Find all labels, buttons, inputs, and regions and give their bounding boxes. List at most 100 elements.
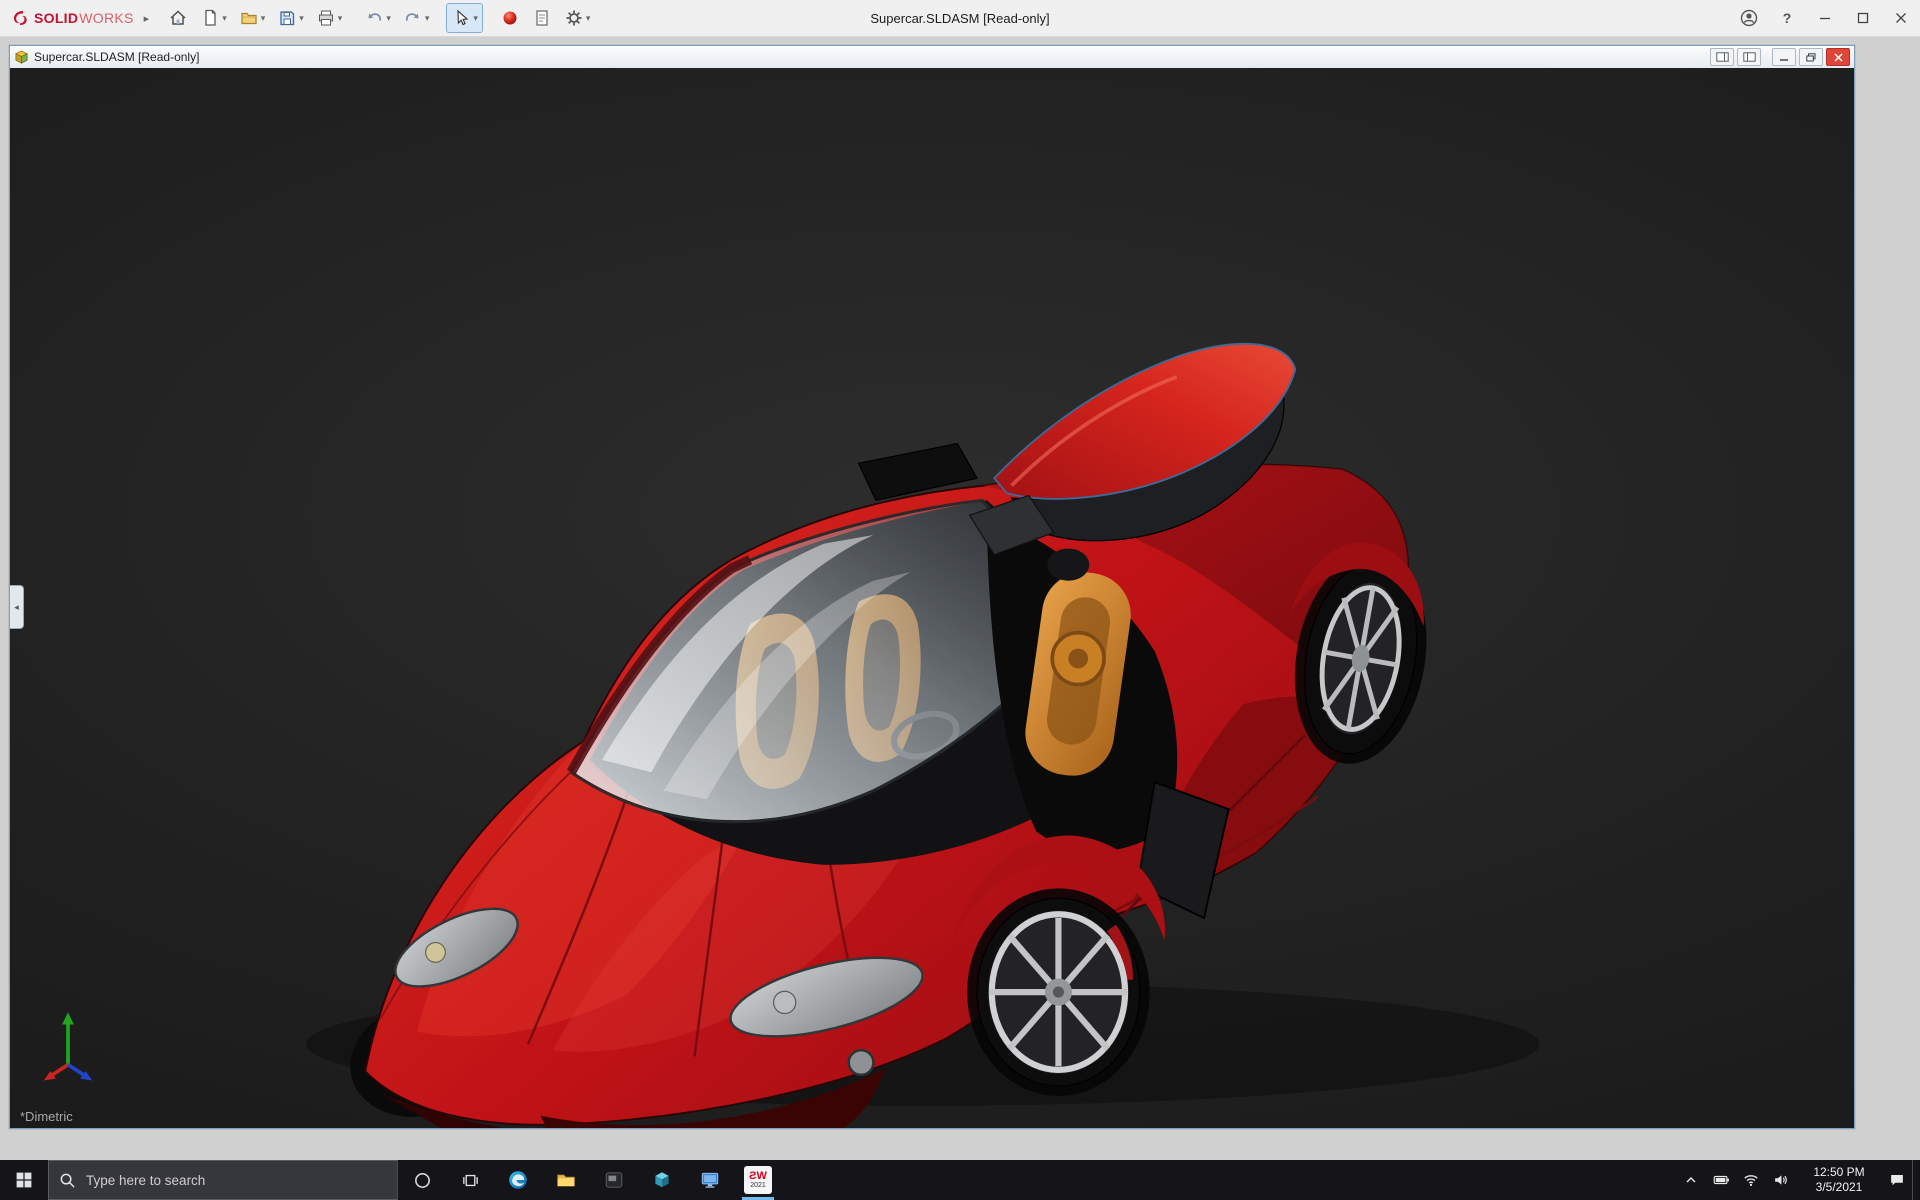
edge-browser-icon	[509, 1171, 527, 1189]
solidworks-brand: SOLID WORKS	[0, 8, 140, 28]
search-input[interactable]	[84, 1171, 387, 1189]
action-center-icon	[1891, 1175, 1903, 1186]
taskbar-clock[interactable]: 12:50 PM 3/5/2021	[1796, 1160, 1882, 1200]
start-button[interactable]	[0, 1160, 48, 1200]
chevron-up-icon	[1686, 1177, 1696, 1183]
windows-taskbar: ƧW 2021	[0, 1160, 1920, 1200]
cortana-button[interactable]	[398, 1160, 446, 1200]
open-folder-icon	[241, 12, 257, 25]
taskbar-search[interactable]	[48, 1160, 398, 1200]
document-title: Supercar.SLDASM [Read-only]	[34, 50, 200, 64]
wifi-icon	[1744, 1175, 1758, 1187]
select-cursor-icon	[457, 9, 469, 26]
clock-time: 12:50 PM	[1813, 1165, 1865, 1179]
brand-solid-text: SOLID	[34, 10, 79, 26]
dropdown-caret-icon[interactable]: ▾	[338, 13, 343, 23]
clock-date: 3/5/2021	[1815, 1180, 1863, 1194]
undo-arrow-icon	[368, 13, 382, 21]
open-document-button[interactable]: ▾	[234, 3, 271, 33]
document-window-controls	[1710, 48, 1850, 66]
account-button[interactable]	[1730, 0, 1768, 36]
view-orientation-label: *Dimetric	[20, 1109, 73, 1124]
close-button[interactable]	[1882, 0, 1920, 36]
maximize-button[interactable]	[1844, 0, 1882, 36]
doc-pane-right-button[interactable]	[1737, 48, 1761, 66]
help-button[interactable]: ?	[1768, 0, 1806, 36]
undo-button[interactable]: ▾	[359, 3, 396, 33]
dropdown-caret-icon[interactable]: ▾	[222, 13, 227, 23]
assembly-document-icon	[15, 50, 28, 64]
report-button[interactable]	[527, 3, 557, 33]
document-titlebar[interactable]: Supercar.SLDASM [Read-only]	[10, 46, 1854, 69]
app-titlebar: SOLID WORKS ▸ ▾ ▾ ▾ ▾ ▾ ▾ ▾ ▾ Supercar.S…	[0, 0, 1920, 37]
system-tray: 12:50 PM 3/5/2021	[1676, 1160, 1920, 1200]
cortana-icon	[414, 1172, 430, 1188]
app-window-dark-icon	[605, 1172, 623, 1188]
edge-browser-button[interactable]	[494, 1160, 542, 1200]
show-desktop-button[interactable]	[1912, 1160, 1920, 1200]
solidworks-app-icon: ƧW 2021	[744, 1166, 772, 1194]
dropdown-caret-icon[interactable]: ▾	[261, 13, 266, 23]
battery-icon	[1713, 1175, 1729, 1185]
hidden-icons-button[interactable]	[1676, 1160, 1706, 1200]
save-button[interactable]: ▾	[272, 3, 309, 33]
redo-button[interactable]: ▾	[398, 3, 435, 33]
report-page-icon	[536, 10, 548, 26]
redo-arrow-icon	[405, 13, 419, 21]
gear-icon	[566, 10, 582, 26]
front-right-wheel	[976, 897, 1141, 1087]
print-button[interactable]: ▾	[311, 3, 348, 33]
volume-status[interactable]	[1766, 1160, 1796, 1200]
car-model-render[interactable]	[10, 68, 1854, 1128]
dropdown-caret-icon[interactable]: ▾	[473, 13, 478, 23]
user-account-icon	[1740, 9, 1758, 27]
new-document-button[interactable]: ▾	[195, 3, 232, 33]
windows-logo-icon	[16, 1172, 32, 1188]
close-icon	[1896, 13, 1906, 23]
menu-expand-arrow-icon[interactable]: ▸	[144, 12, 150, 25]
red-sphere-icon	[503, 11, 517, 25]
doc-minimize-button[interactable]	[1772, 48, 1796, 66]
doc-close-button[interactable]	[1826, 48, 1850, 66]
dark-app-button[interactable]	[590, 1160, 638, 1200]
orientation-triad	[43, 1012, 93, 1081]
task-view-button[interactable]	[446, 1160, 494, 1200]
doc-close-icon	[1833, 52, 1843, 62]
collapse-arrow-icon: ◂	[14, 601, 19, 612]
help-icon: ?	[1782, 10, 1792, 26]
dropdown-caret-icon[interactable]: ▾	[386, 13, 391, 23]
cad-viewer-button[interactable]	[638, 1160, 686, 1200]
home-icon	[170, 10, 186, 25]
save-floppy-icon	[280, 11, 295, 26]
minimize-button[interactable]	[1806, 0, 1844, 36]
featuremanager-collapse-tab[interactable]: ◂	[10, 585, 24, 629]
home-button[interactable]	[163, 3, 193, 33]
doc-pane-left-button[interactable]	[1710, 48, 1734, 66]
monitor-app-icon	[701, 1172, 719, 1188]
doc-restore-button[interactable]	[1799, 48, 1823, 66]
graphics-viewport[interactable]: *Dimetric ◂	[10, 68, 1854, 1128]
solidworks-year-label: 2021	[750, 1182, 766, 1189]
dropdown-caret-icon[interactable]: ▾	[586, 13, 591, 23]
dropdown-caret-icon[interactable]: ▾	[299, 13, 304, 23]
maximize-icon	[1857, 12, 1869, 24]
red-sphere-button[interactable]	[495, 3, 525, 33]
task-view-icon	[462, 1174, 478, 1186]
printer-icon	[318, 10, 333, 26]
dropdown-caret-icon[interactable]: ▾	[425, 13, 430, 23]
file-explorer-button[interactable]	[542, 1160, 590, 1200]
split-pane-right-icon	[1742, 52, 1756, 62]
solidworks-taskbar-button[interactable]: ƧW 2021	[734, 1160, 782, 1200]
battery-status[interactable]	[1706, 1160, 1736, 1200]
titlebar-right-controls: ?	[1730, 0, 1920, 36]
select-tool-button[interactable]: ▾	[446, 3, 483, 33]
monitor-app-button[interactable]	[686, 1160, 734, 1200]
document-window: Supercar.SLDASM [Read-only] *Dimetric ◂	[9, 45, 1855, 1129]
doc-restore-icon	[1806, 52, 1816, 61]
action-center-button[interactable]	[1882, 1160, 1912, 1200]
solidworks-swoosh: ƧW	[749, 1170, 767, 1182]
fog-lamp	[847, 1048, 875, 1077]
options-button[interactable]: ▾	[559, 3, 596, 33]
minimize-icon	[1820, 17, 1830, 20]
network-status[interactable]	[1736, 1160, 1766, 1200]
